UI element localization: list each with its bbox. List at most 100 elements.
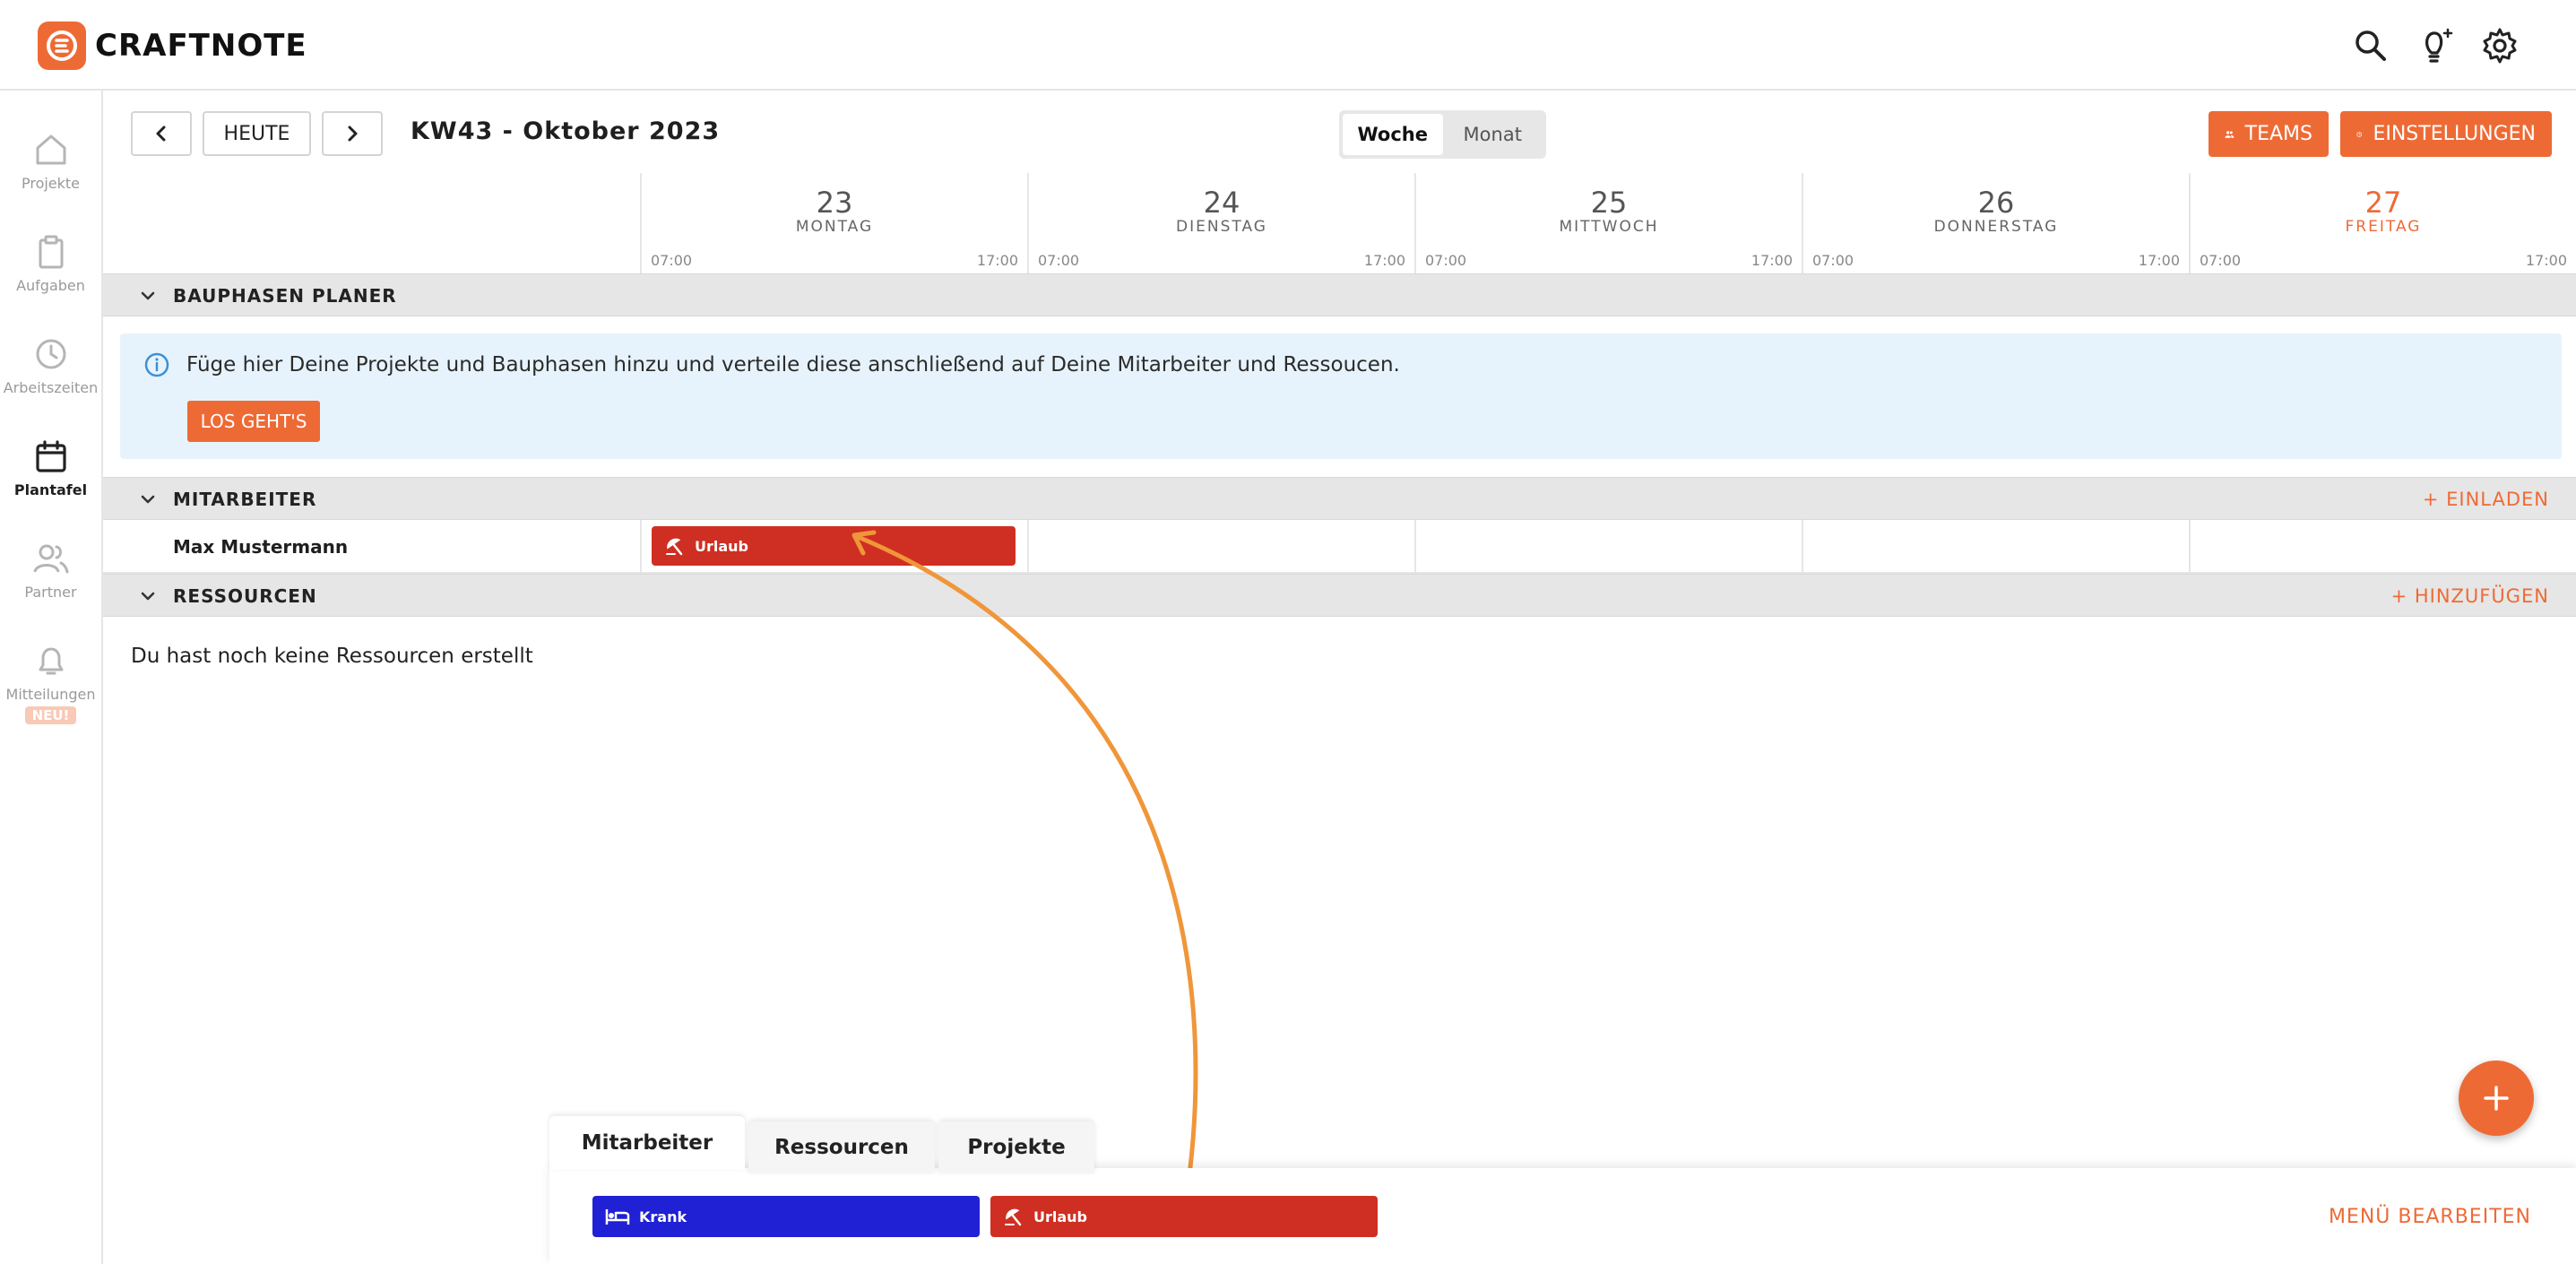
- chevron-left-icon: [156, 126, 166, 142]
- day-number: 27: [2364, 186, 2402, 220]
- krank-chip-label: Krank: [639, 1208, 687, 1225]
- day-name: DIENSTAG: [1176, 218, 1267, 236]
- sidebar-item-partner[interactable]: Partner: [0, 539, 101, 628]
- day-end-time: 17:00: [1363, 252, 1405, 269]
- sidebar-item-label: Projekte: [21, 175, 81, 192]
- day-start-time: 07:00: [1038, 252, 1080, 269]
- sidebar-item-arbeitszeiten[interactable]: Arbeitszeiten: [0, 334, 101, 424]
- drawer-tab-mitarbeiter[interactable]: Mitarbeiter: [549, 1116, 745, 1170]
- day-number: 23: [816, 186, 853, 220]
- logo-icon: [38, 22, 86, 70]
- settings-button[interactable]: EINSTELLUNGEN: [2340, 111, 2552, 157]
- section-title: RESSOURCEN: [173, 585, 317, 607]
- clock-icon: [31, 334, 71, 374]
- calendar-icon: [31, 437, 71, 476]
- day-start-time: 07:00: [2200, 252, 2242, 269]
- logo[interactable]: CRAFTNOTE: [38, 22, 307, 70]
- teams-label: TEAMS: [2244, 123, 2312, 145]
- day-cell[interactable]: [1027, 520, 1414, 574]
- edit-menu-button[interactable]: MENÜ BEARBEITEN: [2329, 1206, 2531, 1228]
- view-toggle: Woche Monat: [1339, 110, 1546, 159]
- week-title: KW43 - Oktober 2023: [411, 117, 721, 145]
- sidebar-item-plantafel[interactable]: Plantafel: [0, 437, 101, 526]
- users-icon: [31, 539, 71, 578]
- day-start-time: 07:00: [651, 252, 693, 269]
- day-column-header: 23 MONTAG 07:00 17:00: [640, 173, 1027, 273]
- urlaub-chip-label: Urlaub: [1033, 1208, 1088, 1225]
- day-cell[interactable]: [1414, 520, 1802, 574]
- toolbar: HEUTE KW43 - Oktober 2023 Woche Monat TE…: [103, 91, 2576, 173]
- chevron-down-icon[interactable]: [139, 587, 157, 605]
- day-cell[interactable]: [2189, 520, 2576, 574]
- lets-go-button[interactable]: LOS GEHT'S: [187, 401, 320, 442]
- urlaub-entry[interactable]: Urlaub: [652, 526, 1016, 566]
- prev-week-button[interactable]: [131, 111, 192, 156]
- home-icon: [31, 130, 71, 169]
- section-title: MITARBEITER: [173, 489, 317, 510]
- section-ressourcen: RESSOURCEN + HINZUFÜGEN: [103, 574, 2576, 617]
- add-fab-button[interactable]: [2459, 1061, 2534, 1136]
- section-bauphasen: BAUPHASEN PLANER: [103, 273, 2576, 316]
- sidebar-item-label: Arbeitszeiten: [3, 379, 99, 396]
- day-end-time: 17:00: [2138, 252, 2180, 269]
- clock-icon: [2356, 131, 2362, 137]
- chevron-down-icon[interactable]: [139, 490, 157, 508]
- people-icon: [2225, 130, 2235, 138]
- top-icons: [2348, 23, 2522, 68]
- chevron-down-icon[interactable]: [139, 287, 157, 305]
- top-bar: CRAFTNOTE: [0, 0, 2576, 91]
- settings-label: EINSTELLUNGEN: [2373, 123, 2536, 145]
- section-mitarbeiter: MITARBEITER + EINLADEN: [103, 477, 2576, 520]
- drawer-tab-projekte[interactable]: Projekte: [938, 1121, 1094, 1173]
- info-box: Füge hier Deine Projekte und Bauphasen h…: [120, 333, 2562, 459]
- lightbulb-icon[interactable]: [2413, 23, 2458, 68]
- day-end-time: 17:00: [976, 252, 1018, 269]
- sidebar-item-projekte[interactable]: Projekte: [0, 130, 101, 220]
- bell-icon: [31, 641, 71, 680]
- sidebar-item-label: Plantafel: [13, 481, 88, 498]
- umbrella-icon: [666, 538, 683, 556]
- new-badge: NEU!: [24, 706, 77, 724]
- day-end-time: 17:00: [1750, 252, 1793, 269]
- sidebar-item-label: Mitteilungen: [5, 686, 96, 703]
- info-icon: [144, 352, 169, 377]
- employee-name: Max Mustermann: [173, 536, 349, 558]
- gear-icon[interactable]: [2477, 23, 2522, 68]
- day-cell[interactable]: [1802, 520, 2189, 574]
- day-name: MITTWOCH: [1559, 218, 1659, 236]
- day-name: DONNERSTAG: [1933, 218, 2059, 236]
- view-month-tab[interactable]: Monat: [1443, 114, 1543, 155]
- day-name: MONTAG: [795, 218, 874, 236]
- view-week-tab[interactable]: Woche: [1343, 114, 1443, 155]
- umbrella-icon: [1005, 1208, 1022, 1226]
- bed-icon: [605, 1209, 630, 1225]
- app: CRAFTNOTE Projekte Aufgaben Arbeitszeite…: [0, 0, 2576, 1264]
- day-start-time: 07:00: [1425, 252, 1467, 269]
- today-button[interactable]: HEUTE: [203, 111, 311, 156]
- krank-chip[interactable]: Krank: [592, 1196, 980, 1237]
- invite-button[interactable]: + EINLADEN: [2423, 489, 2549, 510]
- day-number: 24: [1203, 186, 1240, 220]
- sidebar-item-mitteilungen[interactable]: Mitteilungen NEU!: [0, 641, 101, 731]
- sidebar: Projekte Aufgaben Arbeitszeiten Plantafe…: [0, 91, 103, 1264]
- next-week-button[interactable]: [322, 111, 383, 156]
- day-header: 23 MONTAG 07:00 17:00 24 DIENSTAG 07:00 …: [640, 173, 2576, 273]
- teams-button[interactable]: TEAMS: [2209, 111, 2329, 157]
- sidebar-item-label: Aufgaben: [16, 277, 85, 294]
- urlaub-chip[interactable]: Urlaub: [990, 1196, 1378, 1237]
- section-title: BAUPHASEN PLANER: [173, 285, 397, 307]
- day-column-header-today: 27 FREITAG 07:00 17:00: [2189, 173, 2576, 273]
- day-start-time: 07:00: [1812, 252, 1854, 269]
- day-column-header: 26 DONNERSTAG 07:00 17:00: [1802, 173, 2189, 273]
- day-column-header: 24 DIENSTAG 07:00 17:00: [1027, 173, 1414, 273]
- search-icon[interactable]: [2348, 23, 2393, 68]
- day-number: 26: [1977, 186, 2015, 220]
- employee-row: Max Mustermann Urlaub: [103, 520, 2576, 574]
- drawer-tab-ressourcen[interactable]: Ressourcen: [748, 1121, 935, 1173]
- day-column-header: 25 MITTWOCH 07:00 17:00: [1414, 173, 1802, 273]
- empty-resources-text: Du hast noch keine Ressourcen erstellt: [131, 645, 533, 668]
- add-resource-button[interactable]: + HINZUFÜGEN: [2391, 585, 2549, 607]
- day-number: 25: [1590, 186, 1628, 220]
- urlaub-entry-label: Urlaub: [695, 537, 749, 555]
- sidebar-item-aufgaben[interactable]: Aufgaben: [0, 232, 101, 322]
